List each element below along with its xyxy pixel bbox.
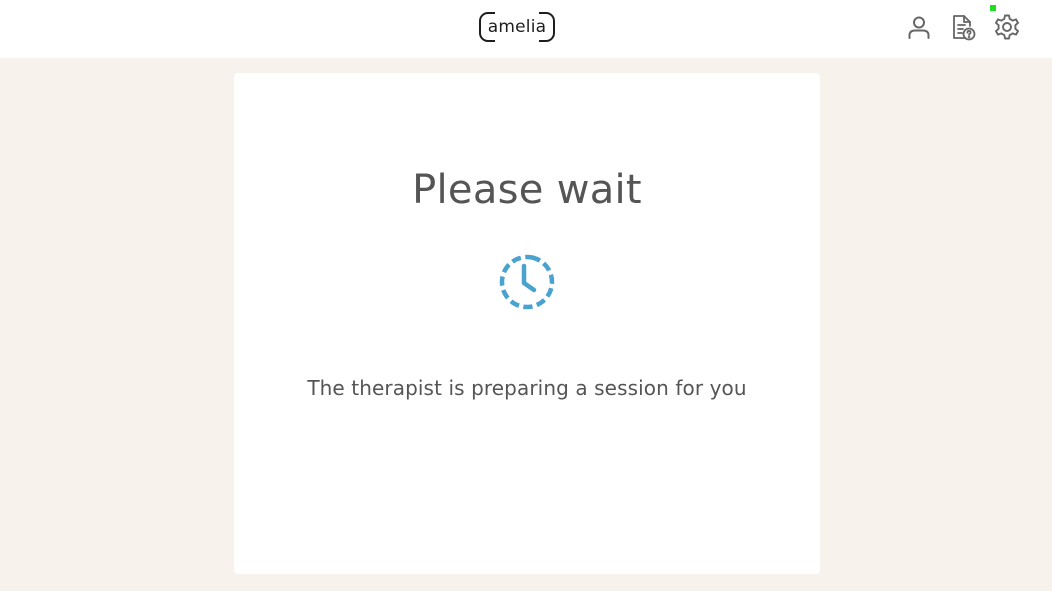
help-document-button[interactable]: [948, 12, 978, 42]
amelia-logo: amelia: [479, 11, 555, 43]
user-icon: [908, 16, 930, 39]
status-message: The therapist is preparing a session for…: [307, 376, 747, 400]
gear-icon: [995, 14, 1019, 40]
waiting-card: Please wait The therapist is preparing a…: [234, 73, 820, 574]
clock-loading-icon: [499, 254, 555, 310]
header-actions: [904, 5, 1022, 42]
help-document-icon: [953, 15, 976, 41]
connection-status-indicator: [990, 5, 996, 11]
top-bar: amelia: [0, 0, 1052, 58]
page-title: Please wait: [412, 167, 642, 213]
user-profile-button[interactable]: [904, 12, 934, 42]
logo-text: amelia: [487, 17, 547, 37]
settings-button[interactable]: [990, 5, 1022, 42]
